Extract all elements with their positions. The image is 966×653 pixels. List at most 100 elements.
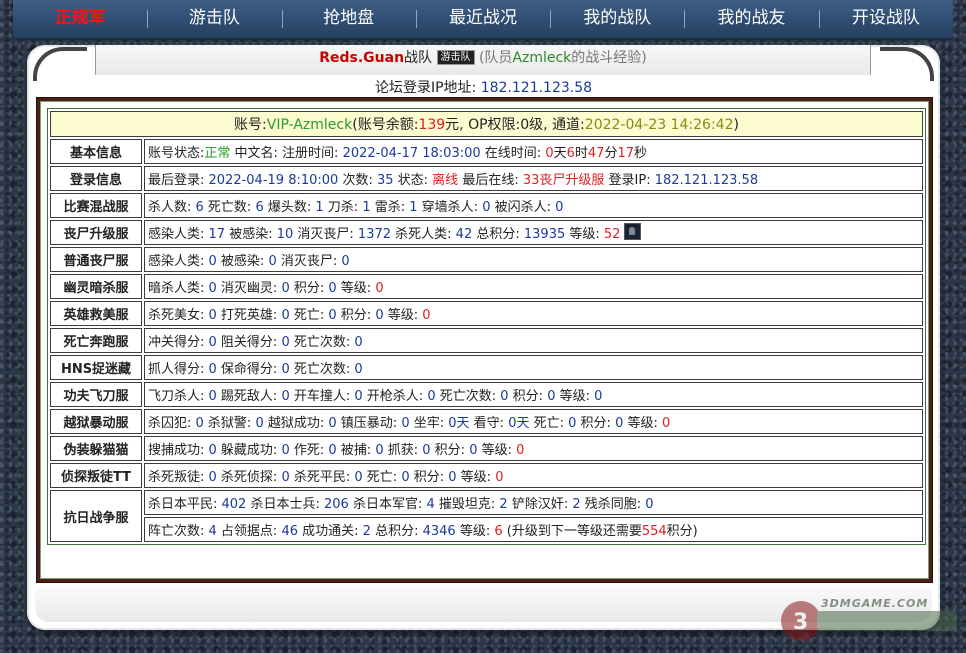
nav-item-my-team[interactable]: 我的战队 <box>550 0 684 38</box>
stat-text: 等级: <box>623 416 663 431</box>
server-stats: 杀死叛徒: 0 杀死侦探: 0 杀死平民: 0 死亡: 0 积分: 0 等级: … <box>144 463 923 488</box>
stats-table: 账号:VIP-Azmleck(账号余额:139元, OP权限:0级, 通道:20… <box>47 108 926 545</box>
stat-text: 0 <box>281 335 290 350</box>
stat-text: 0 <box>427 389 436 404</box>
server-stats: 杀日本平民: 402 杀日本士兵: 206 杀日本军官: 4 摧毁坦克: 2 铲… <box>144 490 923 515</box>
watermark-text: 3DMGAME.COM <box>821 597 929 610</box>
stat-text: 杀日本士兵: <box>246 497 324 512</box>
stat-text: 0 <box>208 443 217 458</box>
stat-text: 182.121.123.58 <box>654 173 759 188</box>
channel-value: 2022-04-23 14:26:42 <box>584 117 734 133</box>
server-stats: 最后登录: 2022-04-19 8:10:00 次数: 35 状态: 离线 最… <box>144 166 923 191</box>
stat-text: 0 <box>422 443 431 458</box>
stat-text: 被捕: <box>336 443 376 458</box>
stats-row: 侦探叛徒TT 杀死叛徒: 0 杀死侦探: 0 杀死平民: 0 死亡: 0 积分: … <box>50 463 923 488</box>
stat-text: 等级: <box>383 308 423 323</box>
stat-text: 52 <box>603 227 621 242</box>
stat-text: 0 <box>268 254 277 269</box>
stat-text: 0 <box>516 443 525 458</box>
stat-text: 被闪杀人: <box>490 200 556 215</box>
stat-text: 0 <box>354 335 363 350</box>
stat-text: 杀囚犯: <box>148 416 196 431</box>
stats-row: 伪装躲猫猫 搜捕成功: 0 躲藏成功: 0 作死: 0 被捕: 0 抓获: 0 积… <box>50 436 923 461</box>
stat-text: 杀日本军官: <box>348 497 427 512</box>
server-label: 普通丧尸服 <box>50 247 142 272</box>
stat-text: 1 <box>362 200 371 215</box>
nav-item-regular-army[interactable]: 正规军 <box>13 0 147 38</box>
stats-row: 越狱暴动服 杀囚犯: 0 杀狱警: 0 越狱成功: 0 镇压暴动: 0 坐牢: 0… <box>50 409 923 434</box>
stat-text: 0 <box>208 362 217 377</box>
team-name-link[interactable]: Reds.Guan <box>319 50 404 66</box>
server-stats: 感染人类: 0 被感染: 0 消灭丧尸: 0 <box>144 247 923 272</box>
stats-row: 丧尸升级服 感染人类: 17 被感染: 10 消灭丧尸: 1372 杀死人类: 4… <box>50 220 923 245</box>
stats-panel: 账号:VIP-Azmleck(账号余额:139元, OP权限:0级, 通道:20… <box>36 97 933 583</box>
stat-text: 踢死敌人: <box>216 389 282 404</box>
stat-text: 在线时间: <box>480 146 546 161</box>
server-label: 抗日战争服 <box>50 490 142 542</box>
server-stats: 杀囚犯: 0 杀狱警: 0 越狱成功: 0 镇压暴动: 0 坐牢: 0天 看守:… <box>144 409 923 434</box>
ip-value: 182.121.123.58 <box>480 80 593 96</box>
stat-text: 摧毁坦克: <box>434 497 500 512</box>
stat-text: 总积分: <box>472 227 524 242</box>
stat-text: 死亡次数: <box>289 362 355 377</box>
stats-row: HNS捉迷藏 抓人得分: 0 保命得分: 0 死亡次数: 0 <box>50 355 923 380</box>
nav-item-territory[interactable]: 抢地盘 <box>281 0 416 38</box>
server-stats: 阵亡次数: 4 占领据点: 46 成功通关: 2 总积分: 4346 等级: 6… <box>144 517 923 542</box>
stat-text: 42 <box>455 227 473 242</box>
stat-text: 被感染: <box>216 254 269 269</box>
team-header: Reds.Guan战队 游击队 (队员Azmleck的战斗经验) <box>95 45 871 75</box>
server-stats: 搜捕成功: 0 躲藏成功: 0 作死: 0 被捕: 0 抓获: 0 积分: 0 … <box>144 436 923 461</box>
stat-text: 4346 <box>422 524 456 539</box>
stat-text: 账号状态: <box>148 146 205 161</box>
stats-row: 普通丧尸服 感染人类: 0 被感染: 0 消灭丧尸: 0 <box>50 247 923 272</box>
nav-item-recent-battles[interactable]: 最近战况 <box>415 0 550 38</box>
stat-text: 等级: <box>456 470 496 485</box>
stat-text: 0 <box>281 389 290 404</box>
stat-text: 0 <box>208 254 217 269</box>
stat-text: 47 <box>587 146 605 161</box>
stat-text: 0 <box>354 389 363 404</box>
stat-text: 死亡: <box>289 308 329 323</box>
stat-text: 最后登录: <box>148 173 209 188</box>
stat-text: 13935 <box>523 227 566 242</box>
stat-text: 刀杀: <box>323 200 363 215</box>
op-value: 0级, <box>520 117 548 133</box>
stat-text: 杀死平民: <box>289 470 355 485</box>
nav-item-my-teammates[interactable]: 我的战友 <box>684 0 818 38</box>
stat-text: 0 <box>495 470 504 485</box>
stat-text: 登录IP: <box>604 173 655 188</box>
server-label: 越狱暴动服 <box>50 409 142 434</box>
stat-text: 0 <box>281 362 290 377</box>
stat-text: 等级: <box>555 389 595 404</box>
stats-row: 死亡奔跑服 冲关得分: 0 阻关得分: 0 死亡次数: 0 <box>50 328 923 353</box>
stat-text: 积分: <box>576 416 616 431</box>
stat-text: 6 <box>566 146 575 161</box>
server-stats: 账号状态:正常 中文名: 注册时间: 2022-04-17 18:03:00 在… <box>144 139 923 164</box>
nav-item-create-team[interactable]: 开设战队 <box>818 0 953 38</box>
stat-text: 0 <box>281 443 290 458</box>
stat-text: 镇压暴动: <box>336 416 402 431</box>
account-prefix: 账号: <box>234 117 267 133</box>
stat-text: 0 <box>208 308 217 323</box>
stats-row: 幽灵暗杀服 暗杀人类: 0 消灭幽灵: 0 积分: 0 等级: 0 <box>50 274 923 299</box>
stat-text: (升级到下一等级还需要 <box>502 524 642 539</box>
stat-text: 6 <box>195 200 204 215</box>
stat-text: 杀日本平民: <box>148 497 222 512</box>
stat-text: 穿墙杀人: <box>417 200 483 215</box>
stat-text: 铲除汉奸: <box>507 497 573 512</box>
nav-item-guerrilla[interactable]: 游击队 <box>147 0 281 38</box>
main-frame: Reds.Guan战队 游击队 (队员Azmleck的战斗经验) 论坛登录IP地… <box>27 45 940 630</box>
channel-label: 通道: <box>552 117 585 133</box>
stats-inner: 账号:VIP-Azmleck(账号余额:139元, OP权限:0级, 通道:20… <box>40 101 929 579</box>
stat-text: 冲关得分: <box>148 335 209 350</box>
stat-text: 开车撞人: <box>289 389 355 404</box>
stat-text: 积分: <box>409 470 449 485</box>
stat-text: 0 <box>328 308 337 323</box>
stat-text: 占领据点: <box>216 524 282 539</box>
stat-text: 2 <box>362 524 371 539</box>
stat-text: 6 <box>255 200 264 215</box>
server-label: 基本信息 <box>50 139 142 164</box>
stat-text: 402 <box>221 497 247 512</box>
stat-text: 0 <box>328 281 337 296</box>
stat-text: 17 <box>617 146 635 161</box>
